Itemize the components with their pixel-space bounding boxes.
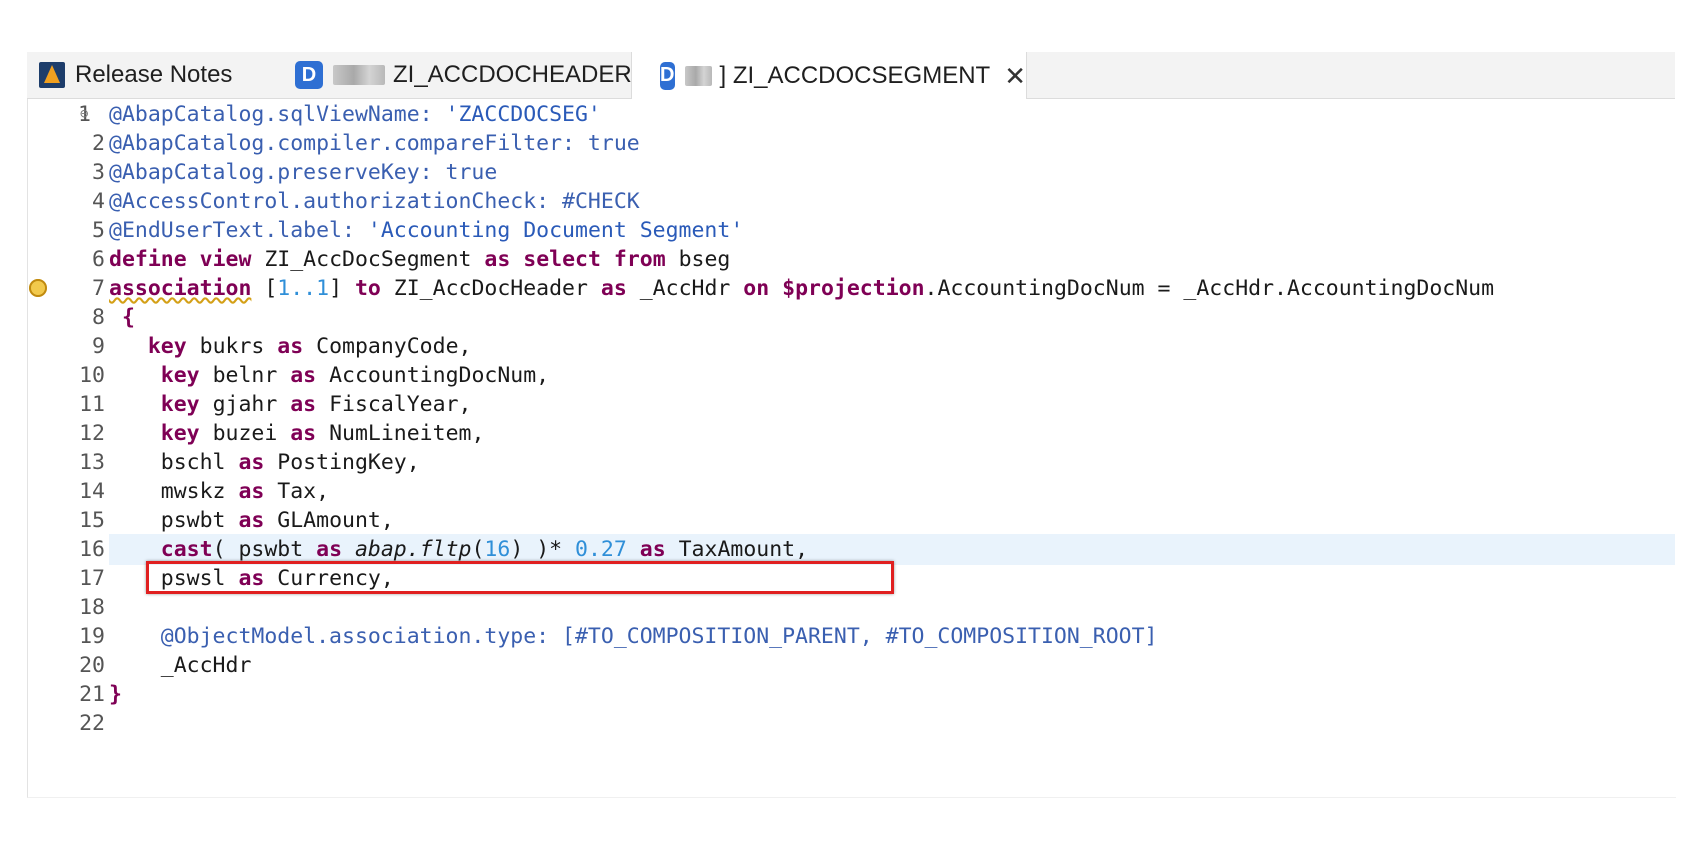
line-number: 4	[92, 189, 105, 214]
code-text: pswbt as GLAmount,	[109, 508, 394, 533]
fold-toggle-icon[interactable]: ⊖	[80, 99, 88, 130]
code-text: @EndUserText.label: 'Accounting Document…	[109, 218, 744, 243]
warning-lightbulb-icon[interactable]	[29, 279, 47, 297]
line-number: 18	[79, 595, 105, 620]
code-text: key bukrs as CompanyCode,	[147, 334, 472, 359]
tab-label: ZI_ACCDOCHEADER	[393, 61, 632, 88]
code-line: 11 key gjahr as FiscalYear,	[27, 389, 1675, 420]
code-line: 12 key buzei as NumLineitem,	[27, 418, 1675, 449]
code-text: bschl as PostingKey,	[109, 450, 420, 475]
tab-label: ] ZI_ACCDOCSEGMENT	[719, 61, 991, 89]
code-line: 10 key belnr as AccountingDocNum,	[27, 360, 1675, 391]
line-number: 16	[79, 537, 105, 562]
code-text: {	[109, 305, 135, 330]
code-editor[interactable]: 1 ⊖ @AbapCatalog.sqlViewName: 'ZACCDOCSE…	[27, 99, 1675, 789]
line-number: 10	[79, 363, 105, 388]
ddl-d-icon: D	[295, 61, 323, 89]
line-number: 19	[79, 624, 105, 649]
code-line: 20 _AccHdr	[27, 650, 1675, 681]
code-line: 14 mwskz as Tax,	[27, 476, 1675, 507]
code-text: key belnr as AccountingDocNum,	[160, 363, 550, 388]
line-number: 7	[92, 276, 105, 301]
code-text: }	[109, 682, 122, 707]
tab-release-notes[interactable]: Release Notes	[39, 52, 232, 98]
line-number: 15	[79, 508, 105, 533]
code-text: key buzei as NumLineitem,	[160, 421, 485, 446]
line-number: 20	[79, 653, 105, 678]
line-number: 2	[92, 131, 105, 156]
tab-zi-accdocheader[interactable]: D ZI_ACCDOCHEADER	[295, 52, 632, 98]
code-line: 6 define view ZI_AccDocSegment as select…	[27, 244, 1675, 275]
line-number: 14	[79, 479, 105, 504]
highlight-annotation-box	[146, 561, 894, 594]
line-number: 17	[79, 566, 105, 591]
line-number: 22	[79, 711, 105, 736]
code-line: 9 key bukrs as CompanyCode,	[27, 331, 1675, 362]
line-number: 6	[92, 247, 105, 272]
line-number: 5	[92, 218, 105, 243]
close-icon[interactable]: ✕	[1004, 63, 1026, 89]
code-line: 22	[27, 708, 1675, 739]
code-text: @AbapCatalog.preserveKey: true	[109, 160, 498, 185]
code-text: @AccessControl.authorizationCheck: #CHEC…	[109, 189, 640, 214]
code-line: 19 @ObjectModel.association.type: [#TO_C…	[27, 621, 1675, 652]
code-line: 3 @AbapCatalog.preserveKey: true	[27, 157, 1675, 188]
line-number: 9	[92, 334, 105, 359]
code-line: 21 }	[27, 679, 1675, 710]
line-number: 8	[92, 305, 105, 330]
editor-tab-bar: Release Notes D ZI_ACCDOCHEADER D ] ZI_A…	[27, 52, 1675, 99]
code-line: 5 @EndUserText.label: 'Accounting Docume…	[27, 215, 1675, 246]
redacted-system-name	[684, 65, 712, 86]
code-text: association [1..1] to ZI_AccDocHeader as…	[109, 276, 1495, 301]
code-line: 4 @AccessControl.authorizationCheck: #CH…	[27, 186, 1675, 217]
code-text: @AbapCatalog.compiler.compareFilter: tru…	[109, 131, 640, 156]
code-line: 13 bschl as PostingKey,	[27, 447, 1675, 478]
line-number: 3	[92, 160, 105, 185]
code-line: 7 association [1..1] to ZI_AccDocHeader …	[27, 273, 1675, 304]
redacted-system-name	[333, 65, 385, 85]
code-line: 1 ⊖ @AbapCatalog.sqlViewName: 'ZACCDOCSE…	[27, 99, 1675, 130]
code-line: 18	[27, 592, 1675, 623]
line-number: 11	[79, 392, 105, 417]
code-line: 8 {	[27, 302, 1675, 333]
code-text: key gjahr as FiscalYear,	[160, 392, 472, 417]
tab-zi-accdocsegment[interactable]: D ] ZI_ACCDOCSEGMENT ✕	[631, 52, 1027, 99]
line-number: 13	[79, 450, 105, 475]
tab-label: Release Notes	[75, 61, 233, 88]
line-number: 21	[79, 682, 105, 707]
code-text: _AccHdr	[109, 653, 252, 678]
code-text: @AbapCatalog.sqlViewName: 'ZACCDOCSEG'	[109, 102, 601, 127]
release-notes-icon	[39, 62, 65, 88]
code-line: 15 pswbt as GLAmount,	[27, 505, 1675, 536]
line-number: 12	[79, 421, 105, 446]
ddl-d-icon: D	[660, 61, 675, 90]
code-line: 2 @AbapCatalog.compiler.compareFilter: t…	[27, 128, 1675, 159]
code-text: mwskz as Tax,	[109, 479, 330, 504]
code-text: @ObjectModel.association.type: [#TO_COMP…	[109, 624, 1158, 649]
code-text: define view ZI_AccDocSegment as select f…	[109, 247, 731, 272]
